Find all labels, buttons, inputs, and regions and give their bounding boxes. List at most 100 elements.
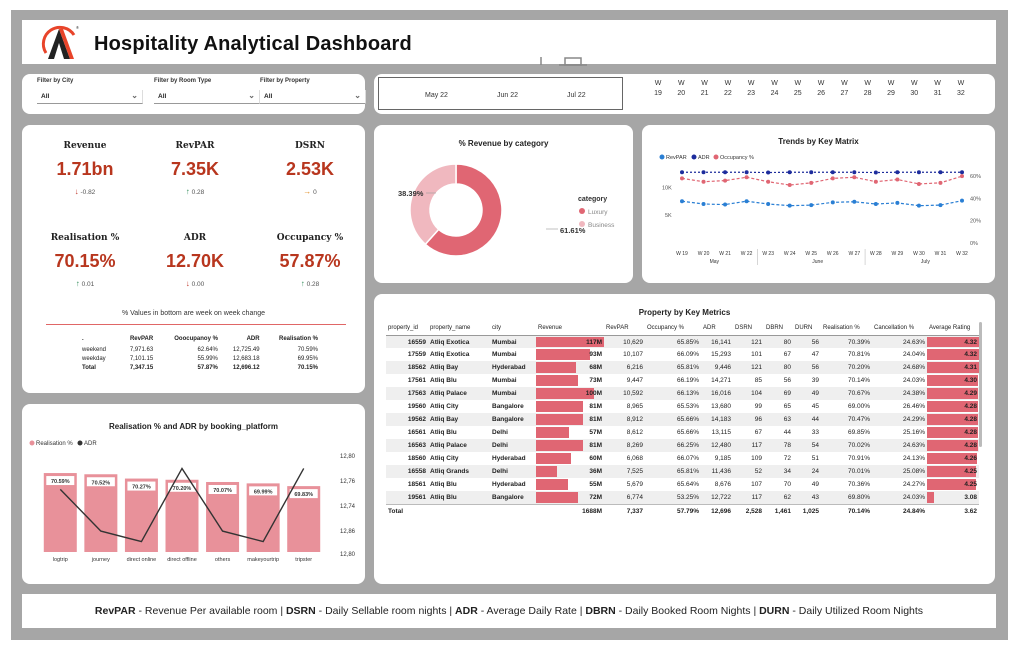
table-row[interactable]: 17563 Atliq Palace Mumbai 100M 10,592 66.13% 1… (386, 387, 979, 400)
week-button[interactable]: W 28 (861, 79, 875, 99)
week-button[interactable]: W 21 (698, 79, 712, 99)
data-point[interactable] (787, 170, 792, 175)
week-button[interactable]: W 27 (837, 79, 851, 99)
filter-city-dropdown[interactable]: All ⌄ (37, 90, 143, 104)
data-point[interactable] (938, 203, 943, 208)
column-header[interactable]: DSRN (733, 322, 764, 336)
data-point[interactable] (960, 174, 964, 179)
table-row[interactable]: 16563 Atliq Palace Delhi 81M 8,269 66.25% 12,4… (386, 439, 979, 452)
column-header[interactable]: Cancellation % (872, 322, 927, 336)
data-point[interactable] (873, 202, 878, 206)
data-point[interactable] (916, 170, 921, 175)
data-point[interactable] (701, 202, 706, 206)
data-point[interactable] (852, 170, 857, 175)
week-button[interactable]: W 23 (744, 79, 758, 99)
kpi-label: Revenue (63, 141, 107, 151)
week-button[interactable]: W 29 (884, 79, 898, 99)
column-header[interactable]: city (490, 322, 536, 336)
filter-property-dropdown[interactable]: All ⌄ (260, 90, 366, 104)
column-header[interactable]: property_id (386, 322, 428, 336)
week-button[interactable]: W 26 (814, 79, 828, 99)
data-point[interactable] (766, 202, 771, 206)
week-button[interactable]: W 20 (674, 79, 688, 99)
data-point[interactable] (787, 183, 792, 188)
data-point[interactable] (960, 170, 964, 175)
data-point[interactable] (895, 200, 900, 205)
data-point[interactable] (744, 170, 749, 175)
data-point[interactable] (680, 199, 684, 204)
filter-room-type-dropdown[interactable]: All ⌄ (154, 90, 260, 104)
data-point[interactable] (744, 175, 749, 180)
data-point[interactable] (960, 198, 964, 203)
table-row[interactable]: 17559 Atliq Exotica Mumbai 93M 10,107 66.09% 1… (386, 348, 979, 361)
week-button[interactable]: W 22 (721, 79, 735, 99)
week-button[interactable]: W 19 (651, 79, 665, 99)
table-cell: 68M (536, 361, 604, 374)
data-point[interactable] (787, 203, 792, 208)
data-point[interactable] (809, 170, 814, 175)
column-header[interactable]: RevPAR (604, 322, 645, 336)
x-tick: W 27 (848, 251, 860, 257)
data-point[interactable] (809, 203, 814, 208)
column-header[interactable]: Realisation % (821, 322, 872, 336)
table-cell: 15,293 (711, 351, 731, 358)
data-point[interactable] (723, 202, 728, 207)
data-point[interactable] (744, 199, 749, 204)
table-row[interactable]: 16559 Atliq Exotica Mumbai 117M 10,629 65.85%… (386, 335, 979, 348)
data-point[interactable] (916, 203, 921, 208)
table-row[interactable]: 16561 Atliq Blu Delhi 57M 8,612 65.66% 13,115 6… (386, 426, 979, 439)
table-row[interactable]: 16558 Atliq Grands Delhi 36M 7,525 65.81% 11,4… (386, 465, 979, 478)
data-point[interactable] (852, 175, 857, 180)
data-point[interactable] (723, 178, 728, 183)
data-point[interactable] (830, 200, 835, 205)
data-point[interactable] (766, 179, 771, 184)
week-button[interactable]: W 31 (931, 79, 945, 99)
data-point[interactable] (809, 180, 814, 185)
data-point[interactable] (723, 170, 728, 175)
data-point[interactable] (830, 170, 835, 175)
column-header[interactable]: Occupancy % (645, 322, 701, 336)
data-point[interactable] (680, 170, 684, 175)
table-scrollbar[interactable] (979, 322, 982, 447)
month-button[interactable]: Jun 22 (497, 92, 518, 99)
table-row[interactable]: 18561 Atliq Blu Hyderabad 55M 5,679 65.64% 8,6… (386, 478, 979, 491)
data-point[interactable] (852, 199, 857, 204)
column-header[interactable]: Revenue (536, 322, 604, 336)
column-header[interactable]: Average Rating (927, 322, 979, 336)
table-cell: 65.64% (676, 481, 699, 488)
bar-label: 70.07% (213, 488, 232, 494)
data-point[interactable] (895, 170, 900, 175)
column-header[interactable]: property_name (428, 322, 490, 336)
data-point[interactable] (938, 170, 943, 175)
week-button[interactable]: W 25 (791, 79, 805, 99)
table-row[interactable]: 17561 Atliq Blu Mumbai 73M 9,447 66.19% 14,271… (386, 374, 979, 387)
table-cell: 70.15% (297, 364, 318, 371)
table-cell: 70.39% (821, 335, 872, 348)
donut-slice-business[interactable] (409, 163, 457, 246)
month-button[interactable]: Jul 22 (567, 92, 586, 99)
data-point[interactable] (938, 180, 943, 185)
data-point[interactable] (873, 170, 878, 175)
column-header[interactable]: DURN (793, 322, 821, 336)
table-row[interactable]: 19560 Atliq City Bangalore 81M 8,965 65.53% 13… (386, 400, 979, 413)
data-point[interactable] (873, 179, 878, 184)
data-point[interactable] (895, 177, 900, 182)
column-header[interactable]: DBRN (764, 322, 793, 336)
table-cell: 70 (783, 481, 791, 488)
table-row[interactable]: 19561 Atliq Blu Bangalore 72M 6,774 53.25% 12,… (386, 491, 979, 504)
table-row[interactable]: 18562 Atliq Bay Hyderabad 68M 6,216 65.81% 9,4… (386, 361, 979, 374)
data-point[interactable] (830, 176, 835, 181)
week-button[interactable]: W 32 (954, 79, 968, 99)
column-header[interactable]: ADR (701, 322, 733, 336)
data-point[interactable] (701, 170, 706, 175)
arrow-up-icon: ↑ (185, 187, 190, 196)
month-button[interactable]: May 22 (425, 92, 448, 99)
week-button[interactable]: W 24 (768, 79, 782, 99)
table-row[interactable]: 18560 Atliq City Hyderabad 60M 6,068 66.07% 9,… (386, 452, 979, 465)
data-point[interactable] (680, 176, 684, 181)
week-button[interactable]: W 30 (907, 79, 921, 99)
data-point[interactable] (916, 181, 921, 186)
table-row[interactable]: 19562 Atliq Bay Bangalore 81M 8,912 65.66% 14,… (386, 413, 979, 426)
data-point[interactable] (766, 170, 771, 175)
data-point[interactable] (701, 179, 706, 184)
